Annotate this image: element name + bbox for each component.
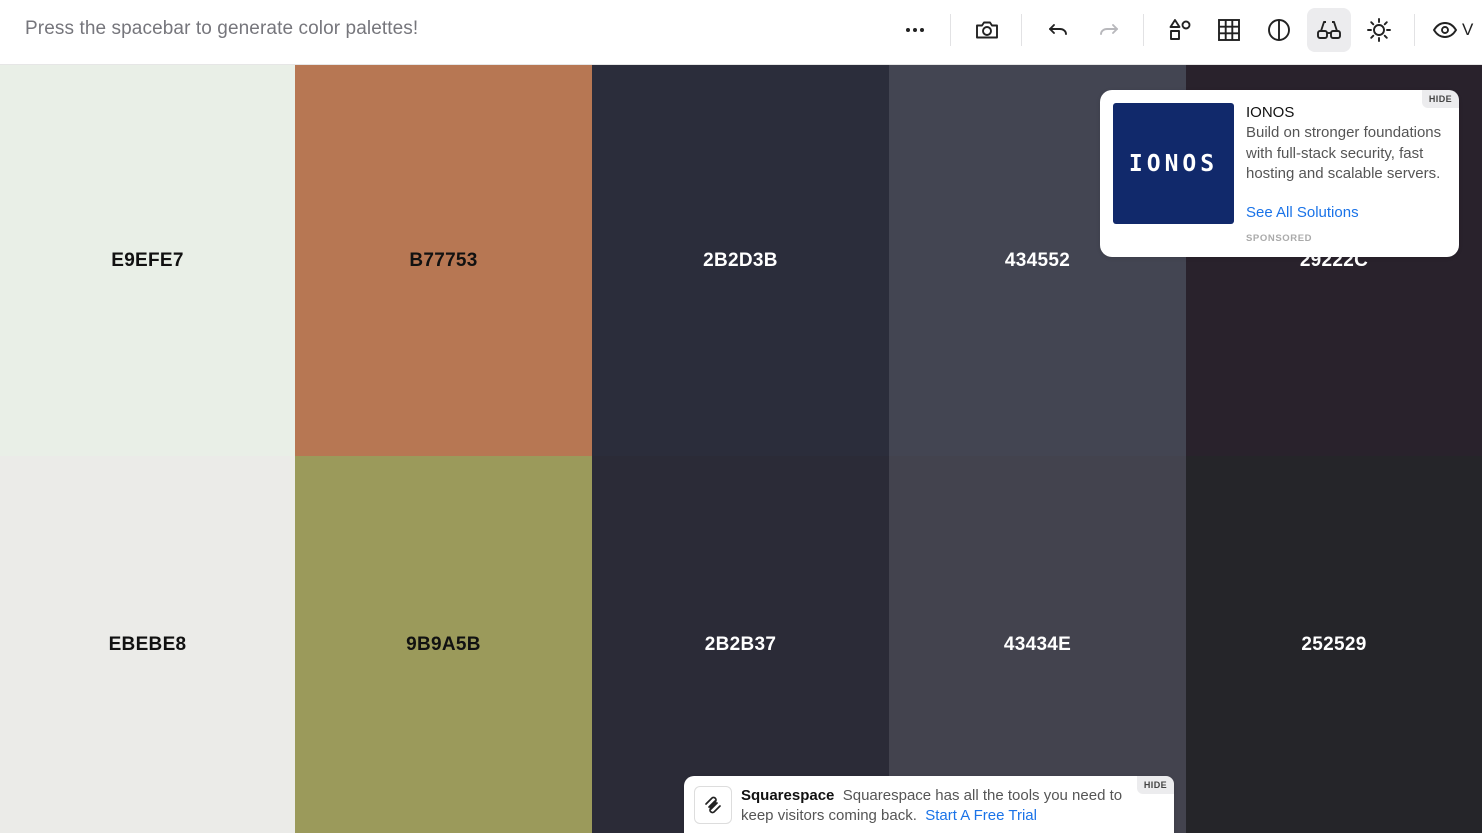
more-dots-icon: [906, 28, 924, 32]
squarespace-logo[interactable]: [694, 786, 732, 824]
spacebar-hint: Press the spacebar to generate color pal…: [25, 18, 419, 39]
hex-code[interactable]: 9B9A5B: [406, 634, 481, 656]
undo-icon: [1049, 24, 1067, 35]
redo-icon: [1100, 24, 1118, 35]
sun-icon: [1367, 18, 1391, 42]
hex-code[interactable]: 2B2D3B: [703, 250, 778, 272]
grid-icon: [1218, 19, 1240, 41]
color-swatch[interactable]: E9EFE7: [0, 65, 295, 456]
screenshot-button[interactable]: [965, 8, 1009, 52]
hex-code[interactable]: 43434E: [1004, 634, 1071, 656]
view-label: V: [1462, 20, 1474, 39]
sponsored-label: SPONSORED: [1246, 233, 1313, 244]
hex-code[interactable]: B77753: [409, 250, 477, 272]
hex-code[interactable]: EBEBE8: [109, 634, 187, 656]
see-all-solutions-link[interactable]: See All Solutions: [1246, 204, 1359, 221]
squarespace-ad-card[interactable]: Squarespace Squarespace has all the tool…: [684, 776, 1174, 833]
ionos-ad-card[interactable]: IONOS IONOS Build on stronger foundation…: [1100, 90, 1459, 257]
toolbar-divider: [1143, 14, 1144, 46]
view-button[interactable]: V: [1432, 8, 1482, 52]
hex-code[interactable]: 434552: [1005, 250, 1070, 272]
hex-code[interactable]: E9EFE7: [111, 250, 184, 272]
toolbar: Press the spacebar to generate color pal…: [0, 0, 1482, 65]
color-swatch[interactable]: EBEBE8: [0, 456, 295, 833]
camera-icon: [976, 21, 998, 39]
brightness-button[interactable]: [1357, 8, 1401, 52]
contrast-icon: [1268, 19, 1290, 41]
shapes-button[interactable]: [1158, 8, 1202, 52]
glasses-icon: [1317, 21, 1341, 39]
undo-button[interactable]: [1036, 8, 1080, 52]
toolbar-divider: [950, 14, 951, 46]
color-swatch[interactable]: 252529: [1186, 456, 1482, 833]
contrast-button[interactable]: [1257, 8, 1301, 52]
start-free-trial-link[interactable]: Start A Free Trial: [925, 807, 1037, 824]
hex-code[interactable]: 252529: [1301, 634, 1366, 656]
toolbar-divider: [1414, 14, 1415, 46]
more-options-button[interactable]: [893, 8, 937, 52]
redo-button[interactable]: [1087, 8, 1131, 52]
squarespace-ad-text: Squarespace Squarespace has all the tool…: [741, 786, 1131, 825]
ad-title: IONOS: [1246, 104, 1295, 121]
color-swatch[interactable]: B77753: [295, 65, 592, 456]
grid-view-button[interactable]: [1207, 8, 1251, 52]
hide-ad-button[interactable]: HIDE: [1136, 776, 1174, 794]
toolbar-divider: [1021, 14, 1022, 46]
squarespace-logo-icon: [705, 796, 721, 814]
color-blindness-button[interactable]: [1307, 8, 1351, 52]
ad-body: Build on stronger foundations with full-…: [1246, 124, 1442, 182]
hide-ad-button[interactable]: HIDE: [1421, 90, 1459, 108]
hex-code[interactable]: 2B2B37: [705, 634, 777, 656]
ad-brand: Squarespace: [741, 787, 835, 804]
color-swatch[interactable]: 2B2D3B: [592, 65, 889, 456]
ionos-logo-text: IONOS: [1128, 150, 1219, 177]
eye-icon: [1432, 22, 1458, 38]
shapes-icon: [1169, 19, 1191, 40]
color-swatch[interactable]: 9B9A5B: [295, 456, 592, 833]
ionos-logo[interactable]: IONOS: [1113, 103, 1234, 224]
